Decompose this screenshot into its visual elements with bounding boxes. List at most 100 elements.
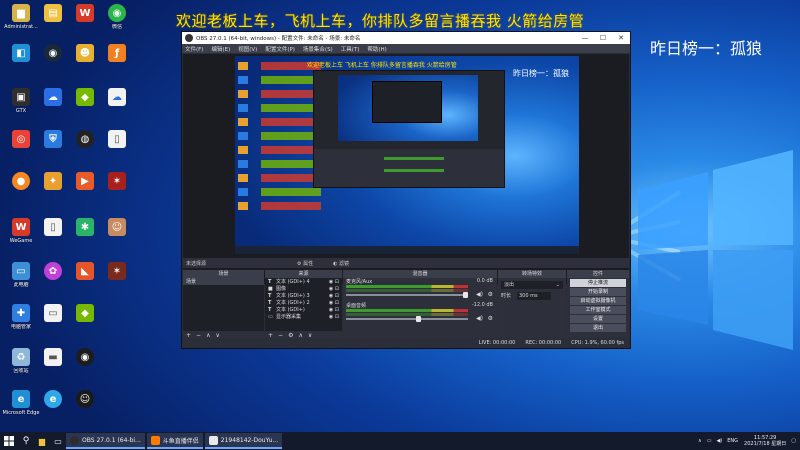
desktop-icon-cloud[interactable]: ☁ (100, 88, 134, 126)
sources-dock: 来源 T 文本 (GDI+) 4 ◉ ⊡ ■ 图像 ◉ ⊡ T 文本 (GDI+) 3 ◉ … (265, 270, 342, 340)
desktop-icon-dark[interactable]: ◉ (68, 348, 102, 386)
visibility-lock-icon[interactable]: ◉ ⊡ (329, 293, 339, 299)
desktop-icon-obs[interactable]: ◍ (68, 130, 102, 168)
filters-button[interactable]: ◐ 滤镜 (333, 260, 359, 267)
visibility-lock-icon[interactable]: ◉ ⊡ (329, 300, 339, 306)
language-indicator[interactable]: ENG (727, 438, 738, 444)
computer-icon: ▭ (12, 262, 30, 280)
preview-canvas[interactable]: 欢迎老板上车 飞机上车 你排队多留言播吞我 火箭给房管 昨日榜一：孤狼 (235, 56, 579, 254)
menu-file[interactable]: 文件(F) (185, 45, 203, 53)
menu-scene-collection[interactable]: 场景集合(S) (303, 45, 333, 53)
minimize-icon[interactable]: — (576, 32, 594, 44)
volume-slider[interactable] (346, 292, 468, 298)
desktop-icon-orange-app[interactable]: ƒ (100, 44, 134, 82)
notification-icon[interactable]: ▢ (791, 438, 796, 444)
exit-button[interactable]: 退出 (570, 324, 626, 332)
gear-icon[interactable]: ⚙ (488, 315, 493, 322)
desktop-icon-doc[interactable]: ▯ (36, 218, 70, 256)
menu-help[interactable]: 帮助(H) (367, 45, 386, 53)
desktop-icon-wps[interactable]: W WeGame (4, 218, 38, 256)
desktop-icon-file[interactable]: ▯ (100, 130, 134, 168)
obs-preview-area[interactable]: 欢迎老板上车 飞机上车 你排队多留言播吞我 火箭给房管 昨日榜一：孤狼 (183, 54, 629, 284)
desktop-icon-note[interactable]: ▭ (36, 304, 70, 342)
desktop-icon-green[interactable]: ✱ (68, 218, 102, 256)
speaker-icon[interactable]: ◀) (716, 438, 722, 444)
source-item[interactable]: ▭ 显示器采集 ◉ ⊡ (265, 313, 342, 321)
duration-input[interactable]: 300 ms (517, 292, 551, 300)
stop-streaming-button[interactable]: 停止推流 (570, 279, 626, 287)
studio-mode-button[interactable]: 工作室模式 (570, 306, 626, 314)
desktop-icon-game[interactable]: ✦ (36, 172, 70, 210)
taskbar-item-douyu[interactable]: 斗鱼直播伴侣 (146, 433, 203, 449)
search-icon[interactable]: ⚲ (18, 436, 34, 446)
network-icon[interactable]: ▭ (707, 438, 712, 444)
start-virtual-camera-button[interactable]: 启动虚拟摄像机 (570, 297, 626, 305)
desktop-icon-shield[interactable]: ⛨ (36, 130, 70, 168)
desktop-icon-wegame[interactable]: W (68, 4, 102, 42)
clock[interactable]: 11:57:29 2021/7/18 星期日 (744, 435, 786, 447)
desktop-icon-photo[interactable]: ☺ (100, 218, 134, 256)
note-icon: ▭ (44, 304, 62, 322)
visibility-lock-icon[interactable]: ◉ ⊡ (329, 279, 339, 285)
taskbar-item-obs[interactable]: OBS 27.0.1 (64-bi... (66, 433, 145, 449)
gear-icon[interactable]: ⚙ (488, 291, 493, 298)
source-item[interactable]: T 文本 (GDI+) 4 ◉ ⊡ (265, 278, 342, 286)
start-button[interactable] (0, 432, 18, 450)
desktop-icon-red-app[interactable]: ◣ (68, 262, 102, 300)
maximize-icon[interactable]: ☐ (594, 32, 612, 44)
desktop-icon-store[interactable]: ◧ (4, 44, 38, 82)
app-icon: ƒ (108, 44, 126, 62)
desktop-icon-qq[interactable]: ☺ (68, 390, 102, 428)
visibility-lock-icon[interactable]: ◉ ⊡ (329, 314, 339, 320)
desktop-icon-nvidia[interactable]: ◆ (68, 88, 102, 126)
desktop-icon-orange[interactable]: ● (4, 172, 38, 210)
scene-item[interactable]: 场景 (183, 278, 264, 285)
desktop-icon-game4[interactable]: ✶ (100, 262, 134, 300)
desktop-icon-cpu[interactable]: ▣ GTX (4, 88, 38, 126)
preview-taskbar (235, 246, 579, 254)
menu-view[interactable]: 视图(V) (238, 45, 257, 53)
file-explorer-icon[interactable]: ▆ (34, 437, 50, 446)
desktop-icon-video[interactable]: ▬ (36, 348, 70, 386)
source-item[interactable]: ■ 图像 ◉ ⊡ (265, 285, 342, 293)
speaker-icon[interactable]: ◀) (476, 291, 483, 298)
desktop-icon-gpu[interactable]: ◆ (68, 304, 102, 342)
task-view-icon[interactable]: ▭ (50, 437, 66, 446)
desktop-icon-baidu[interactable]: ☁ (36, 88, 70, 126)
visibility-lock-icon[interactable]: ◉ ⊡ (329, 286, 339, 292)
desktop-icon-steam[interactable]: ◉ (36, 44, 70, 82)
obs-title-bar[interactable]: OBS 27.0.1 (64-bit, windows) - 配置文件: 未命名… (182, 32, 630, 44)
source-item[interactable]: T 文本 (GDI+) ◉ ⊡ (265, 306, 342, 314)
obs-window[interactable]: OBS 27.0.1 (64-bit, windows) - 配置文件: 未命名… (181, 31, 631, 349)
desktop-icon-files[interactable]: ▤ (36, 4, 70, 42)
visibility-lock-icon[interactable]: ◉ ⊡ (329, 307, 339, 313)
desktop-icon-network[interactable]: ✚ 电脑管家 (4, 304, 38, 342)
browser-icon: e (44, 390, 62, 408)
desktop-icon-edge[interactable]: e Microsoft Edge (3, 390, 39, 428)
desktop-icon-game3[interactable]: ✶ (100, 172, 134, 210)
source-item[interactable]: T 文本 (GDI+) 2 ◉ ⊡ (265, 299, 342, 307)
desktop-icon-colors[interactable]: ✿ (36, 262, 70, 300)
transition-select[interactable]: 淡出 ⌄ (501, 281, 563, 289)
desktop-icon-computer[interactable]: ▭ 此电脑 (4, 262, 38, 300)
source-toolbar: 未选择源 ⚙ 属性 ◐ 滤镜 (183, 258, 629, 268)
desktop-icon-recycle-bin[interactable]: ♻ 回收站 (4, 348, 38, 386)
desktop-icon-user-folder[interactable]: ▆ Administrat... (4, 4, 38, 42)
desktop-icon-game2[interactable]: ☻ (68, 44, 102, 82)
close-icon[interactable]: ✕ (612, 32, 630, 44)
desktop-icon-browser2[interactable]: e (36, 390, 70, 428)
chevron-up-icon[interactable]: ∧ (698, 438, 702, 444)
start-recording-button[interactable]: 开始录制 (570, 288, 626, 296)
properties-button[interactable]: ⚙ 属性 (297, 260, 323, 267)
menu-tools[interactable]: 工具(T) (341, 45, 360, 53)
desktop-icon-media[interactable]: ▶ (68, 172, 102, 210)
volume-slider[interactable] (346, 316, 468, 322)
desktop-icon-browser[interactable]: ◎ (4, 130, 38, 168)
menu-edit[interactable]: 编辑(E) (211, 45, 230, 53)
menu-profile[interactable]: 配置文件(P) (265, 45, 295, 53)
taskbar-item-douyu-file[interactable]: 21948142-DouYu... (204, 433, 283, 449)
speaker-icon[interactable]: ◀) (476, 315, 483, 322)
source-item[interactable]: T 文本 (GDI+) 3 ◉ ⊡ (265, 292, 342, 300)
desktop-icon-wechat[interactable]: ◉ 微信 (100, 4, 134, 42)
settings-button[interactable]: 设置 (570, 315, 626, 323)
